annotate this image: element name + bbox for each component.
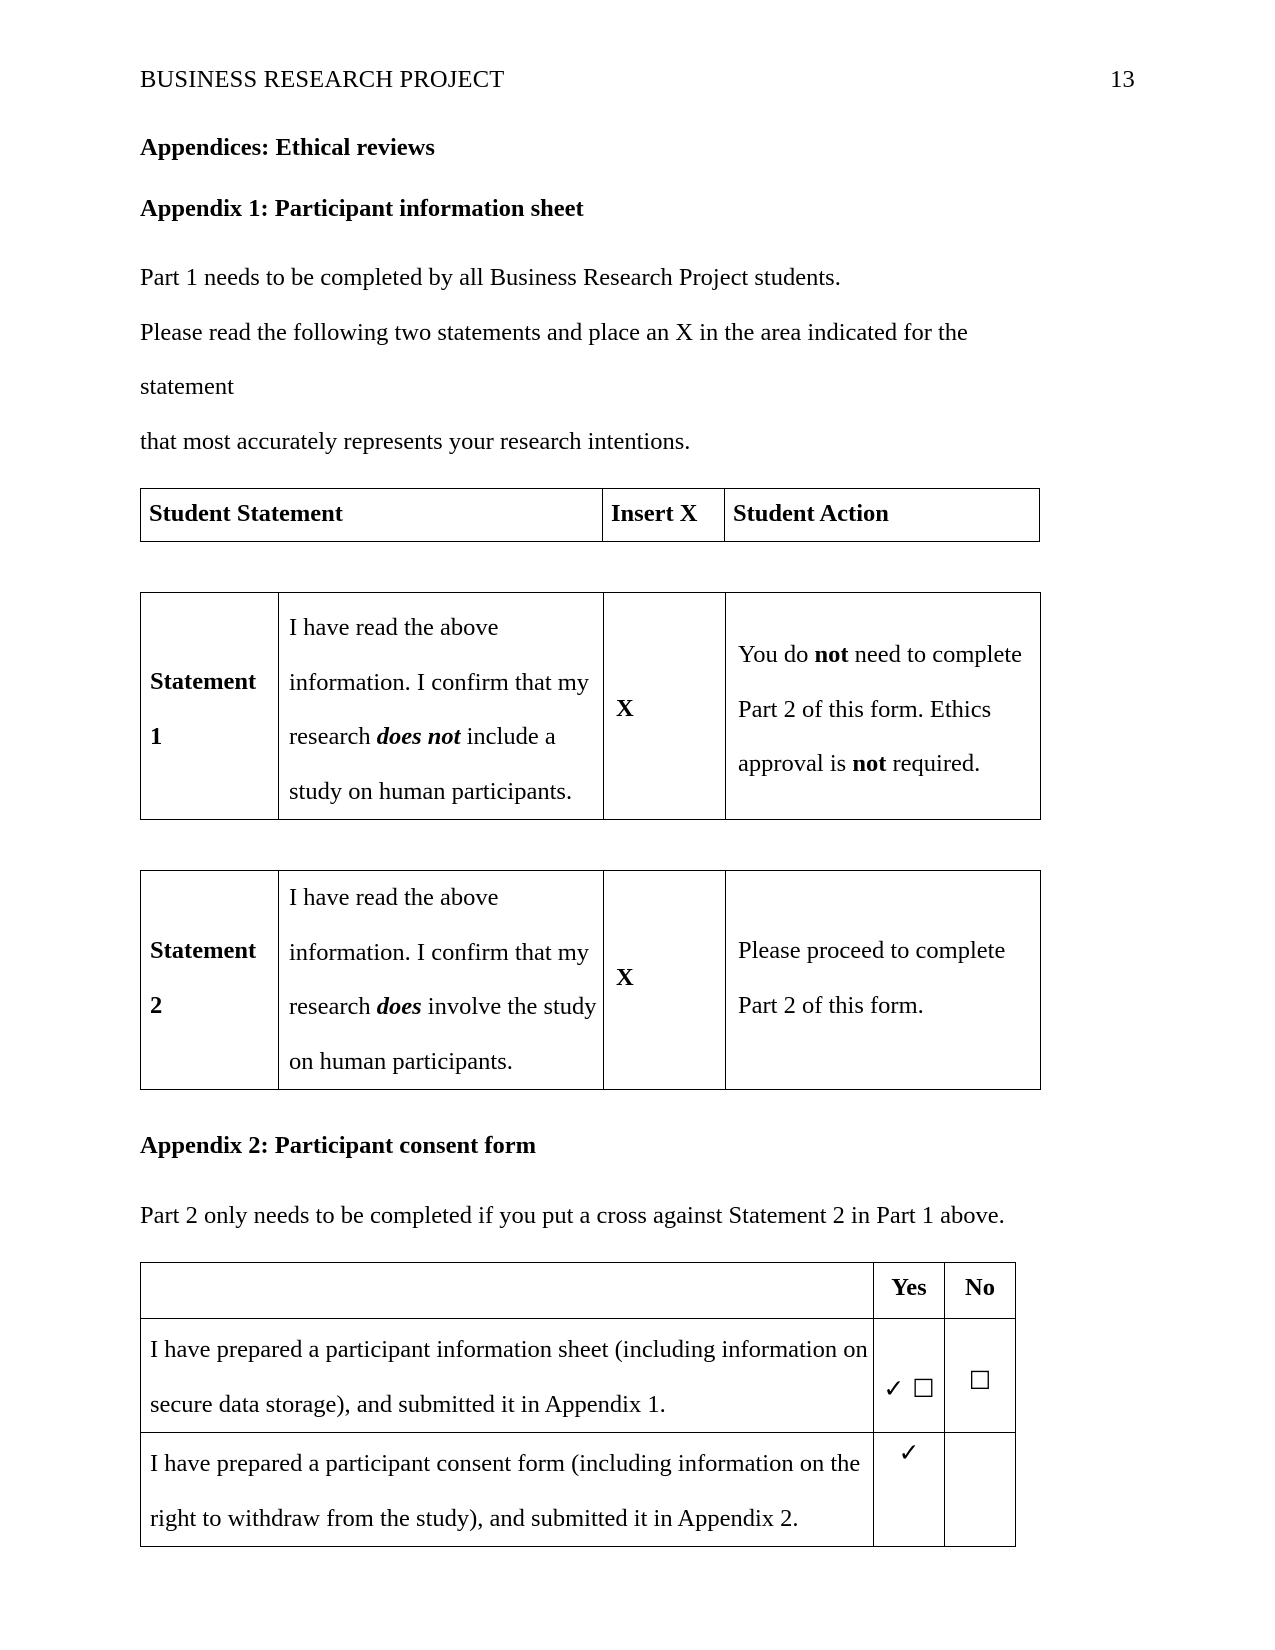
- statement-2-action-line1: Please proceed to complete: [738, 937, 1006, 964]
- statement-2-label-line2: 2: [150, 991, 163, 1019]
- cell-statement-2-label: Statement 2: [140, 870, 279, 1090]
- statement-2-label-line1: Statement: [150, 937, 257, 964]
- paragraph-part2-intro: Part 2 only needs to be completed if you…: [140, 1201, 1005, 1229]
- checkbox-icon[interactable]: ☐: [969, 1368, 991, 1395]
- cell-checklist-question-2: I have prepared a participant consent fo…: [140, 1432, 874, 1547]
- heading-appendix-1: Appendix 1: Participant information shee…: [140, 194, 584, 222]
- statement-1-action-line3-bold: not: [852, 750, 887, 777]
- statement-2-text-line3-pre: research: [289, 993, 377, 1020]
- cell-student-action: Student Action: [724, 488, 1040, 542]
- statement-1-action-line2: Part 2 of this form. Ethics: [738, 695, 992, 723]
- paragraph-instruction-line2: that most accurately represents your res…: [140, 427, 691, 455]
- column-header-student-action: Student Action: [733, 500, 889, 527]
- cell-statement-1-text: I have read the above information. I con…: [278, 592, 604, 820]
- statement-1-action-line3: approval is not required.: [738, 737, 1040, 792]
- checklist-q2-line2: right to withdraw from the study), and s…: [150, 1504, 799, 1532]
- statement-1-text-line1: I have read the above: [289, 614, 499, 641]
- column-header-yes: Yes: [891, 1274, 927, 1301]
- heading-appendices: Appendices: Ethical reviews: [140, 134, 435, 161]
- column-header-student-statement: Student Statement: [149, 500, 343, 527]
- checklist-q2-line1: I have prepared a participant consent fo…: [150, 1450, 861, 1477]
- cell-insert-x: Insert X: [602, 488, 725, 542]
- statement-1-text-line2: information. I confirm that my: [289, 668, 590, 696]
- statement-2-text-line3-post: involve the study: [421, 993, 597, 1020]
- heading-appendix-2: Appendix 2: Participant consent form: [140, 1132, 537, 1159]
- statement-1-text-line4: study on human participants.: [289, 777, 573, 805]
- paragraph-instruction-line1: Please read the following two statements…: [140, 318, 968, 401]
- statement-1-action-line1-post: need to complete: [848, 641, 1023, 668]
- cell-student-statement: Student Statement: [140, 488, 603, 542]
- statement-2-text-line2: information. I confirm that my: [289, 938, 590, 966]
- paragraph-part1-intro: Part 1 needs to be completed by all Busi…: [140, 264, 841, 291]
- statement-1-text-line3: research does not include a: [289, 710, 603, 765]
- checkbox-icon[interactable]: ☐: [912, 1376, 934, 1403]
- statement-1-text-line3-pre: research: [289, 723, 377, 750]
- running-header-title: BUSINESS RESEARCH PROJECT: [140, 66, 505, 93]
- cell-no-header: No: [944, 1262, 1016, 1319]
- statement-1-text-line3-emphasis: does not: [376, 723, 461, 750]
- cell-checklist-no-2[interactable]: [944, 1432, 1016, 1547]
- statement-2-x-mark: X: [616, 964, 634, 991]
- statement-1-action-line1: You do not need to complete: [738, 628, 1040, 683]
- yes-mark-group-1: ✓ ☐: [874, 1377, 944, 1403]
- statement-1-label-line2: 1: [150, 722, 163, 750]
- statement-1-action-line1-pre: You do: [738, 641, 815, 668]
- statement-1-table: Statement 1 I have read the above inform…: [140, 592, 1041, 820]
- page-number: 13: [1110, 66, 1135, 93]
- cell-yes-header: Yes: [873, 1262, 945, 1319]
- table-row: Statement 2 I have read the above inform…: [140, 870, 1041, 1090]
- table-row-header: Yes No: [140, 1262, 1016, 1319]
- cell-statement-1-label: Statement 1: [140, 592, 279, 820]
- consent-checklist-table: Yes No I have prepared a participant inf…: [140, 1262, 1016, 1547]
- checklist-q1-line1: I have prepared a participant informatio…: [150, 1336, 868, 1363]
- cell-statement-1-action: You do not need to complete Part 2 of th…: [725, 592, 1041, 820]
- cell-statement-1-insert-x[interactable]: X: [603, 592, 726, 820]
- statement-2-text-line1: I have read the above: [289, 884, 499, 911]
- cell-question-header: [140, 1262, 874, 1319]
- table-row: I have prepared a participant informatio…: [140, 1318, 1016, 1433]
- cell-statement-2-action: Please proceed to complete Part 2 of thi…: [725, 870, 1041, 1090]
- statement-1-action-line3-post: required.: [886, 750, 981, 777]
- yes-mark-group-2: ✓: [874, 1441, 944, 1467]
- statement-1-x-mark: X: [616, 695, 634, 722]
- cell-statement-2-text: I have read the above information. I con…: [278, 870, 604, 1090]
- document-body: Appendices: Ethical reviews Appendix 1: …: [140, 134, 1045, 1547]
- statement-2-table: Statement 2 I have read the above inform…: [140, 870, 1041, 1090]
- cell-checklist-yes-2[interactable]: ✓: [873, 1432, 945, 1547]
- column-header-insert-x: Insert X: [611, 500, 698, 527]
- checklist-q1-line2: secure data storage), and submitted it i…: [150, 1390, 666, 1418]
- statement-2-text-line4: on human participants.: [289, 1047, 513, 1075]
- document-page: BUSINESS RESEARCH PROJECT 13 Appendices:…: [0, 0, 1275, 1650]
- running-header: BUSINESS RESEARCH PROJECT 13: [140, 66, 1135, 93]
- no-mark-group-1: ☐: [945, 1369, 1015, 1395]
- checkmark-icon: ✓: [883, 1376, 905, 1403]
- statement-2-action-line2: Part 2 of this form.: [738, 991, 924, 1019]
- statement-2-text-line3: research does involve the study: [289, 980, 603, 1035]
- statement-1-text-line3-post: include a: [460, 723, 556, 750]
- table-row: Statement 1 I have read the above inform…: [140, 592, 1041, 820]
- statement-1-label-line1: Statement: [150, 668, 257, 695]
- cell-checklist-yes-1[interactable]: ✓ ☐: [873, 1318, 945, 1433]
- cell-checklist-no-1[interactable]: ☐: [944, 1318, 1016, 1433]
- statement-table-header: Student Statement Insert X Student Actio…: [140, 488, 1040, 542]
- statement-1-action-line1-bold: not: [814, 641, 849, 668]
- cell-checklist-question-1: I have prepared a participant informatio…: [140, 1318, 874, 1433]
- table-row: I have prepared a participant consent fo…: [140, 1432, 1016, 1547]
- column-header-no: No: [965, 1274, 995, 1301]
- table-row: Student Statement Insert X Student Actio…: [140, 488, 1040, 542]
- cell-statement-2-insert-x[interactable]: X: [603, 870, 726, 1090]
- checkmark-icon: ✓: [898, 1440, 920, 1467]
- statement-1-action-line3-pre: approval is: [738, 750, 853, 777]
- statement-2-text-line3-emphasis: does: [376, 993, 422, 1020]
